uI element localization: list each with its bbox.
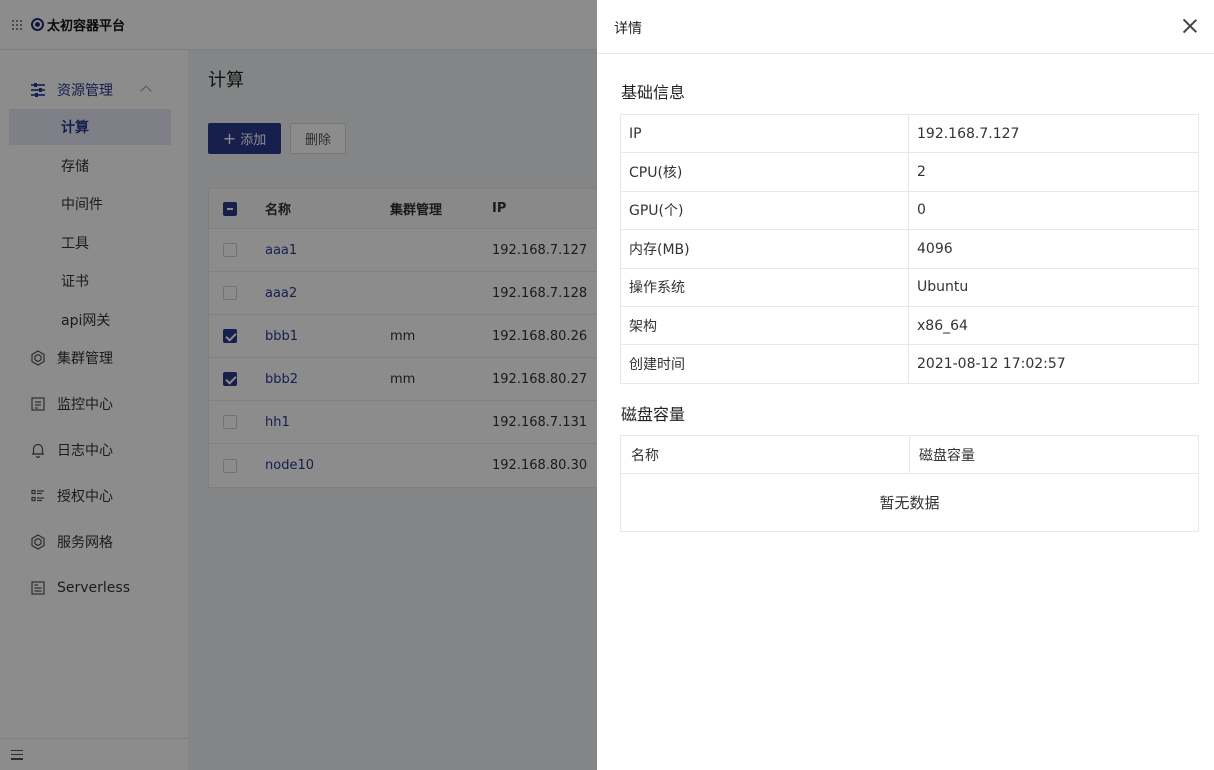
disk-capacity-title: 磁盘容量 — [621, 405, 686, 424]
detail-key: 架构 — [620, 305, 909, 346]
drawer-title: 详情 — [614, 21, 642, 37]
detail-key: GPU(个) — [620, 190, 909, 231]
detail-value: x86_64 — [908, 305, 1199, 346]
disk-table: 名称 磁盘容量 暂无数据 — [620, 435, 1199, 532]
detail-value: 2021-08-12 17:02:57 — [908, 344, 1199, 384]
disk-table-header: 名称 磁盘容量 — [621, 436, 1198, 474]
detail-row: CPU(核) 2 — [620, 152, 1199, 192]
basic-info-title: 基础信息 — [621, 83, 686, 102]
drawer-mask[interactable] — [0, 0, 597, 770]
detail-key: 内存(MB) — [620, 229, 909, 269]
detail-drawer: 详情 基础信息 IP 192.168.7.127 CPU(核) 2 GPU(个) 0 内存(… — [597, 0, 1214, 770]
disk-column-capacity: 磁盘容量 — [919, 448, 975, 464]
detail-row: 内存(MB) 4096 — [620, 229, 1199, 269]
detail-row: 创建时间 2021-08-12 17:02:57 — [620, 344, 1199, 384]
detail-value: 0 — [908, 190, 1199, 231]
empty-state: 暂无数据 — [879, 494, 940, 512]
detail-value: Ubuntu — [908, 267, 1199, 307]
detail-value: 4096 — [908, 229, 1199, 269]
detail-row: GPU(个) 0 — [620, 190, 1199, 231]
detail-key: 操作系统 — [620, 267, 909, 307]
detail-row: 操作系统 Ubuntu — [620, 267, 1199, 307]
basic-info-table: IP 192.168.7.127 CPU(核) 2 GPU(个) 0 内存(MB) 4096 操… — [620, 113, 1199, 384]
detail-value: 192.168.7.127 — [908, 113, 1199, 154]
detail-row: IP 192.168.7.127 — [620, 113, 1199, 154]
detail-key: 创建时间 — [620, 344, 909, 384]
detail-value: 2 — [908, 152, 1199, 192]
detail-row: 架构 x86_64 — [620, 305, 1199, 346]
disk-column-name: 名称 — [631, 448, 659, 464]
drawer-header: 详情 — [597, 0, 1214, 54]
detail-key: IP — [620, 113, 909, 154]
close-icon[interactable] — [1180, 16, 1200, 36]
detail-key: CPU(核) — [620, 152, 909, 192]
